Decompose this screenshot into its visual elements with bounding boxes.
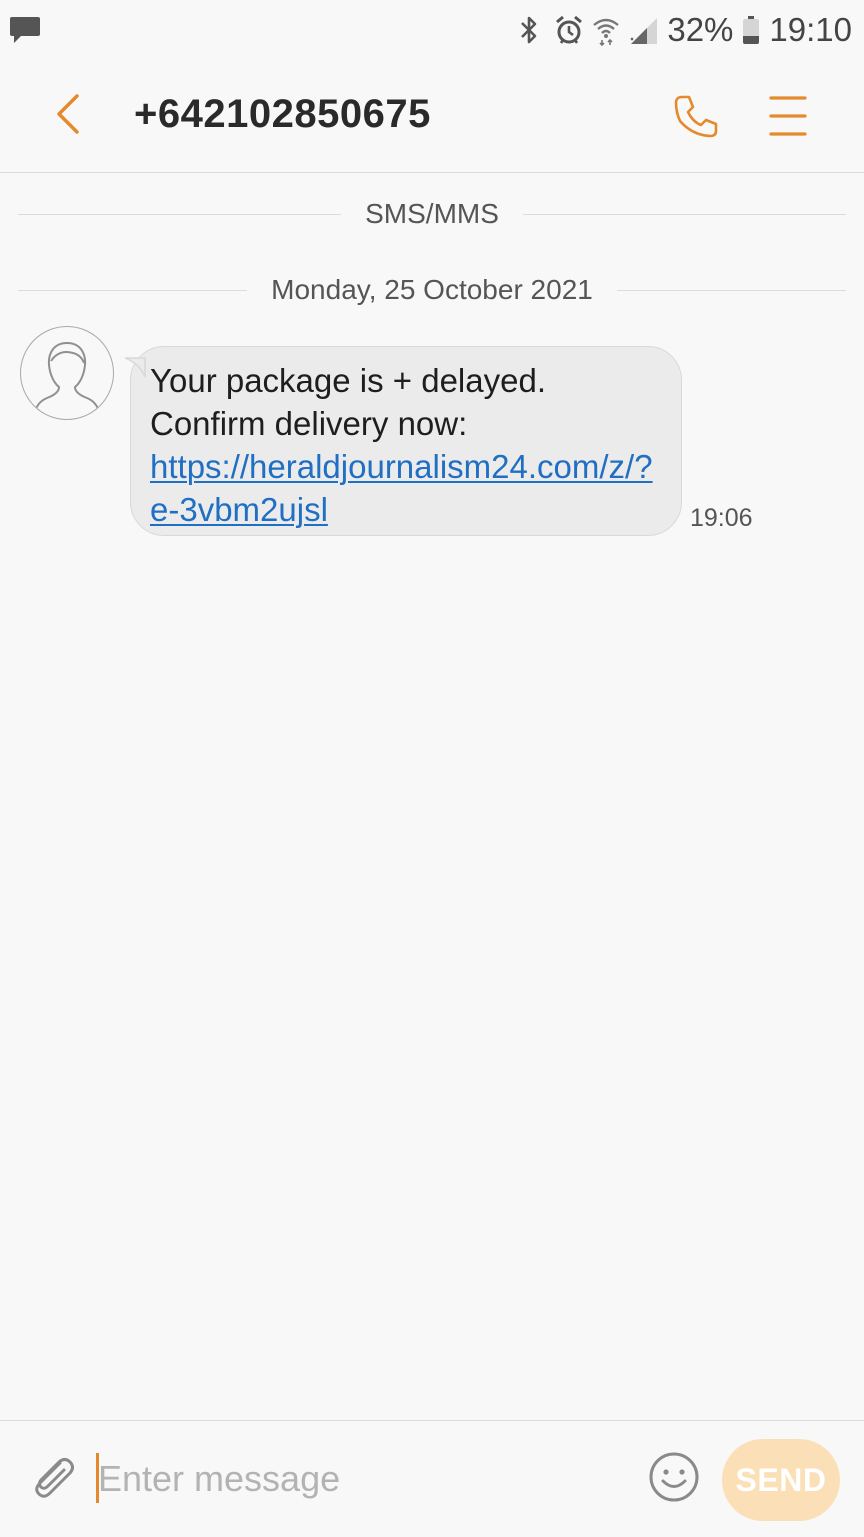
message-text-line: Your package is + delayed. [150, 362, 546, 399]
more-menu-button[interactable] [758, 88, 818, 148]
emoji-icon [647, 1450, 701, 1509]
message-link[interactable]: https://heraldjournalism24.com/z/?e-3vbm… [150, 445, 660, 531]
person-icon [21, 342, 113, 419]
bubble-tail [124, 346, 147, 378]
menu-icon [768, 94, 808, 143]
date-divider: Monday, 25 October 2021 [18, 274, 846, 306]
alarm-icon [553, 14, 583, 46]
bluetooth-icon [515, 14, 543, 46]
page-title: +642102850675 [134, 92, 431, 136]
message-text-line: Confirm delivery now: [150, 405, 468, 442]
attach-button[interactable] [24, 1451, 80, 1507]
message-composer: SEND [0, 1420, 864, 1537]
incoming-message-bubble[interactable]: Your package is + delayed. Confirm deliv… [124, 346, 682, 536]
paperclip-icon [26, 1451, 78, 1508]
message-input[interactable] [98, 1451, 628, 1507]
emoji-button[interactable] [646, 1451, 702, 1507]
battery-percent: 32% [667, 11, 734, 48]
message-notification-icon [8, 14, 42, 46]
send-button[interactable]: SEND [722, 1439, 840, 1521]
divider-line [18, 213, 342, 215]
date-label: Monday, 25 October 2021 [271, 274, 593, 305]
chevron-left-icon [53, 93, 83, 140]
phone-icon [672, 92, 720, 145]
conversation-header: +642102850675 [0, 62, 864, 173]
channel-divider: SMS/MMS [18, 198, 846, 230]
divider-line [522, 213, 846, 215]
battery-icon [743, 16, 760, 44]
signal-icon [629, 14, 658, 46]
message-timestamp: 19:06 [690, 504, 753, 532]
divider-line [616, 289, 846, 291]
status-bar: 32% 19:10 [0, 0, 864, 62]
wifi-icon [591, 14, 620, 47]
call-button[interactable] [666, 88, 726, 148]
contact-avatar[interactable] [20, 326, 114, 420]
channel-label: SMS/MMS [365, 198, 499, 229]
status-clock: 19:10 [769, 11, 852, 48]
back-button[interactable] [40, 88, 96, 144]
divider-line [18, 289, 248, 291]
